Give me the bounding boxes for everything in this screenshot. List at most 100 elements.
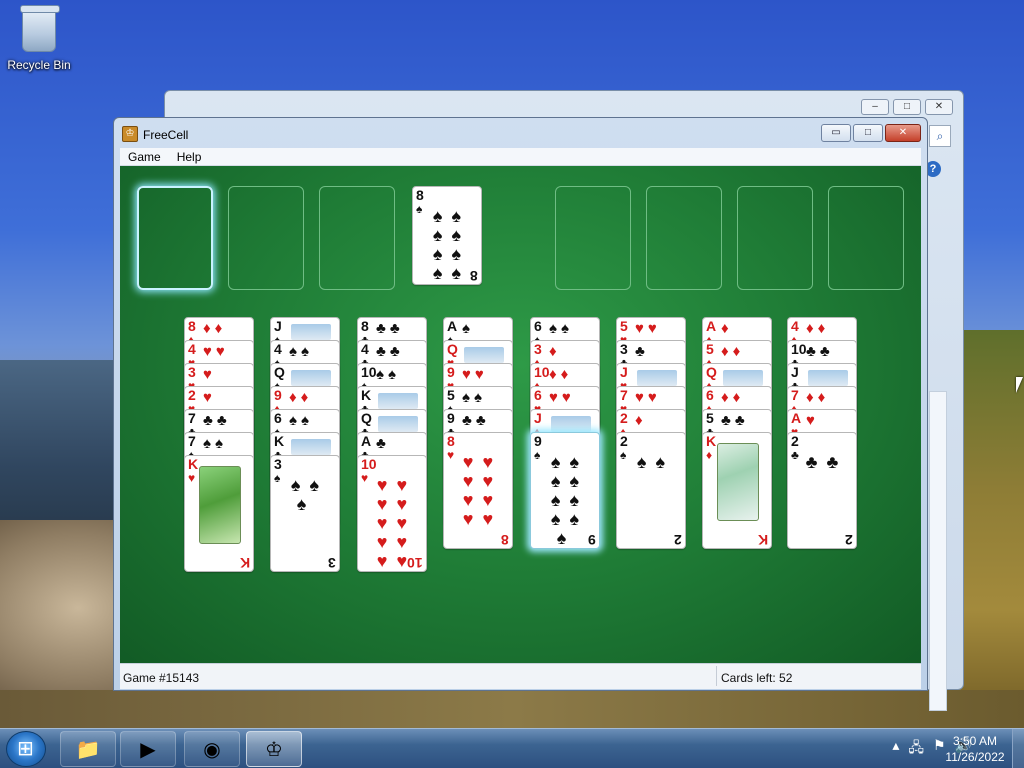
bg-maximize-button[interactable]: □ [893,99,921,115]
maximize-button[interactable]: □ [853,124,883,142]
card-pips-peek: ♦♦ [806,389,830,406]
foundation-slot[interactable] [737,186,813,290]
chrome-taskbar-icon[interactable]: ◉ [184,731,240,767]
game-board: 8♠♠ ♠ ♠ ♠ ♠ ♠ ♠ ♠ 88♦♦♦4♥♥♥3♥♥2♥♥7♣♣♣7♠♠… [120,166,921,663]
card-face-art [378,393,418,409]
card-suit: ♦ [706,448,713,462]
tableau-card[interactable]: 3 ♠ ♠ ♠ ♠ 3 [270,455,340,572]
recycle-bin-icon[interactable]: Recycle Bin [6,5,72,74]
card-rank: 9 [274,387,282,403]
card-pips-peek: ♠♠ [549,320,573,337]
tableau-card[interactable]: 9 ♠ ♠ ♠ ♠ ♠ ♠ ♠ ♠ ♠ ♠ 9 [530,432,600,549]
desktop-shore [0,690,1024,730]
card-rank: 8 [416,187,424,203]
card-suit: ♠ [416,202,423,216]
card-pips-peek: ♥♥ [635,320,661,337]
explorer-taskbar-icon[interactable]: 📁 [60,731,116,767]
show-hidden-icons-icon[interactable]: ▴ [892,737,899,761]
card-pips-peek: ♠♠ [462,389,486,406]
card-pips: ♥ ♥ ♥ ♥ ♥ ♥ ♥ ♥ ♥ ♥ [376,475,410,571]
recycle-bin-label: Recycle Bin [7,58,71,72]
clock[interactable]: 3:50 AM 11/26/2022 [940,733,1010,765]
card-pips: ♥ ♥ ♥ ♥ ♥ ♥ ♥ ♥ [462,452,496,529]
free-cell-slot[interactable] [228,186,304,290]
menu-help[interactable]: Help [169,148,210,165]
card-rank: K [706,433,717,449]
minimize-button[interactable]: ▭ [821,124,851,142]
card-rank: J [791,364,799,380]
card-pips-peek: ♣♣ [806,343,834,360]
card-rank: 6 [274,410,282,426]
status-bar: Game #15143 Cards left: 52 [120,663,921,689]
card-rank: 8 [188,318,196,334]
free-cell-slot[interactable] [319,186,395,290]
card-rank: A [361,433,372,449]
card-pips: ♣ ♣ [805,452,841,472]
card-rank: Q [706,364,717,380]
card-rank: 7 [791,387,799,403]
card-face-art [291,324,331,340]
foundation-slot[interactable] [828,186,904,290]
card-pips-peek: ♥♥ [549,389,575,406]
card-rank: 2 [791,433,799,449]
show-desktop-button[interactable] [1012,729,1024,768]
card-rank-bottom: 8 [470,268,478,284]
title-bar[interactable]: ♔ FreeCell ▭ □ ✕ [114,118,927,148]
tableau-card[interactable]: 10 ♥ ♥ ♥ ♥ ♥ ♥ ♥ ♥ ♥ ♥ ♥ 10 [357,455,427,572]
card-rank: A [447,318,458,334]
tableau-card[interactable]: 8 ♥ ♥ ♥ ♥ ♥ ♥ ♥ ♥ ♥ 8 [443,432,513,549]
card-rank: J [274,318,282,334]
tableau-card[interactable]: K ♦ K [702,432,772,549]
card-pips-peek: ♦♦ [549,366,573,383]
card-rank: 10 [791,341,807,357]
tableau-card[interactable]: 2 ♠ ♠ ♠ 2 [616,432,686,549]
card-suit: ♠ [274,471,281,485]
card-rank: 3 [534,341,542,357]
close-button[interactable]: ✕ [885,124,921,142]
card-rank: 5 [447,387,455,403]
card-pips: ♠ ♠ ♠ ♠ ♠ ♠ ♠ ♠ ♠ [550,452,582,548]
card-rank: 6 [534,318,542,334]
card-rank-bottom: 3 [328,555,336,571]
card-rank: A [791,410,802,426]
foundation-slot[interactable] [555,186,631,290]
freecell-card[interactable]: 8 ♠ ♠ ♠ ♠ ♠ ♠ ♠ ♠ ♠ 8 [412,186,482,285]
card-rank: 3 [620,341,628,357]
card-pips-peek: ♦♦ [203,320,227,337]
media-player-taskbar-icon[interactable]: ▶ [120,731,176,767]
bg-close-button[interactable]: ✕ [925,99,953,115]
card-rank: A [706,318,717,334]
card-suit: ♥ [188,471,196,485]
free-cell-slot[interactable] [137,186,213,290]
trash-icon [20,5,60,52]
card-rank: 8 [361,318,369,334]
menu-game[interactable]: Game [120,148,169,165]
tableau-card[interactable]: 2 ♣ ♣ ♣ 2 [787,432,857,549]
search-icon[interactable]: ⌕ [929,125,951,147]
cards-left: Cards left: 52 [721,671,793,685]
card-rank-bottom: 2 [674,532,682,548]
card-pips-peek: ♦♦ [721,343,745,360]
bg-minimize-button[interactable]: – [861,99,889,115]
card-face-art [291,439,331,455]
start-button[interactable] [6,731,46,767]
card-pips-peek: ♠♠ [376,366,400,383]
card-pips-peek: ♦♦ [721,389,745,406]
network-icon[interactable]: 🖧 [908,737,924,761]
card-pips-peek: ♦ [549,343,561,360]
card-rank: Q [274,364,285,380]
tableau-card[interactable]: K ♥ K [184,455,254,572]
freecell-window: ♔ FreeCell ▭ □ ✕ Game Help 8 ♠ ♠ ♠ ♠ ♠ ♠ ♠… [113,117,928,691]
card-rank-bottom: 9 [588,532,596,548]
card-pips-peek: ♥ [203,366,216,383]
card-pips: ♠ ♠ ♠ ♠ ♠ ♠ ♠ ♠ [432,206,464,283]
card-rank: K [188,456,199,472]
card-rank: 6 [706,387,714,403]
card-rank: 9 [447,364,455,380]
freecell-taskbar-icon[interactable]: ♔ [246,731,302,767]
card-rank: 4 [361,341,369,357]
foundation-slot[interactable] [646,186,722,290]
menu-bar: Game Help [120,148,921,166]
card-rank: 9 [534,433,542,449]
card-rank: 7 [620,387,628,403]
